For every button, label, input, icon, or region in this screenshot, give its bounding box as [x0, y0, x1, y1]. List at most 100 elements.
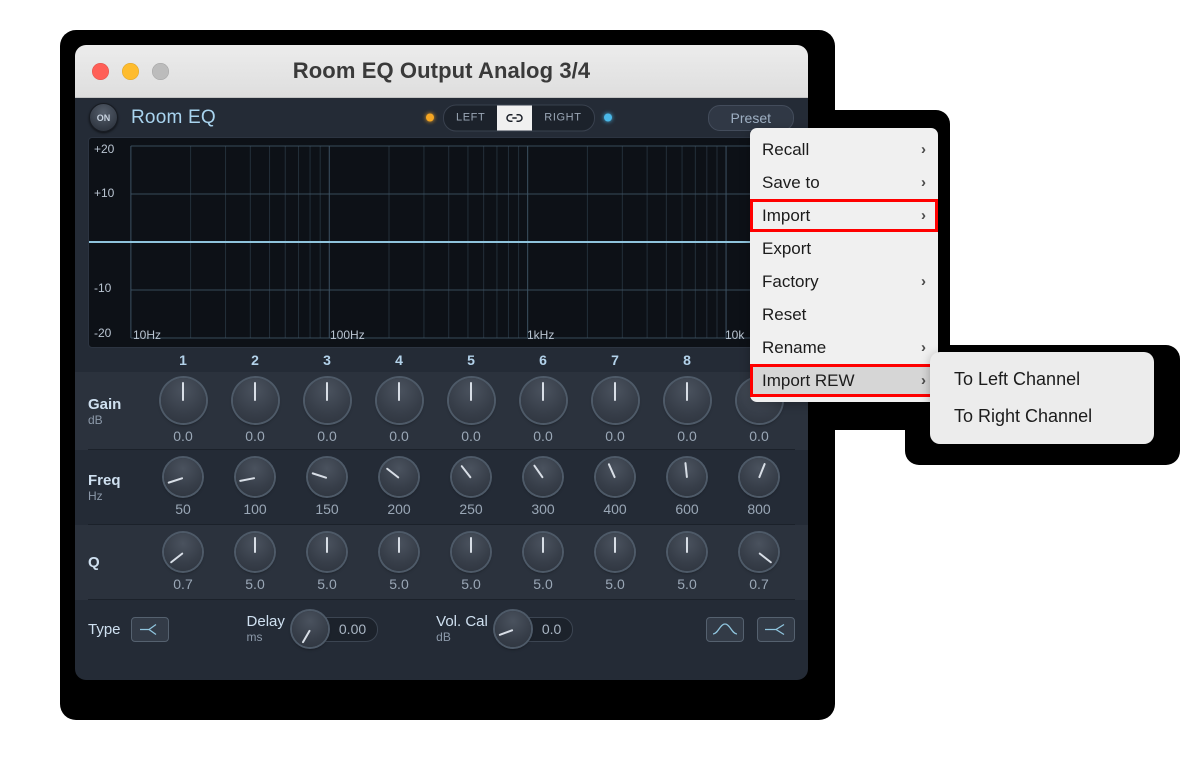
y-tick-plus10: +10 [94, 186, 114, 200]
delay-unit: ms [247, 631, 285, 645]
close-button[interactable] [92, 63, 109, 80]
preset-context-menu[interactable]: Recall›Save to›Import›ExportFactory›Rese… [750, 128, 938, 402]
zoom-button[interactable] [152, 63, 169, 80]
band-number-4: 4 [363, 352, 435, 368]
band-number-1: 1 [147, 352, 219, 368]
menu-item-rename[interactable]: Rename› [750, 331, 938, 364]
freq-knob-5[interactable] [452, 458, 490, 496]
menu-item-factory[interactable]: Factory› [750, 265, 938, 298]
menu-item-label: Factory [762, 272, 819, 292]
q-knob-4[interactable] [380, 533, 418, 571]
submenu-item-to-right-channel[interactable]: To Right Channel [930, 398, 1154, 435]
gain-knob-8[interactable] [665, 378, 710, 423]
preset-button[interactable]: Preset [708, 105, 794, 131]
menu-item-import[interactable]: Import› [750, 199, 938, 232]
menu-item-label: Recall [762, 140, 809, 160]
freq-row-label: Freq Hz [88, 472, 147, 503]
menu-item-reset[interactable]: Reset [750, 298, 938, 331]
gain-cell-4: 0.0 [363, 378, 435, 444]
q-knob-6[interactable] [524, 533, 562, 571]
q-knob-8[interactable] [668, 533, 706, 571]
q-knob-1[interactable] [164, 533, 202, 571]
y-tick-minus10: -10 [94, 281, 111, 295]
freq-cell-8: 600 [651, 458, 723, 517]
gain-row-label: Gain dB [88, 396, 147, 427]
q-cell-1: 0.7 [147, 533, 219, 592]
gain-value-5: 0.0 [461, 428, 480, 444]
freq-knob-9[interactable] [740, 458, 778, 496]
channel-link-group: LEFT RIGHT [426, 104, 612, 131]
menu-item-export[interactable]: Export [750, 232, 938, 265]
eq-response-graph[interactable]: +20 +10 -10 -20 10Hz 100Hz 1kHz 10k [88, 137, 795, 348]
channel-selector[interactable]: LEFT RIGHT [443, 104, 595, 131]
volcal-knob[interactable] [495, 611, 531, 647]
q-cell-2: 5.0 [219, 533, 291, 592]
volume-calibration-control[interactable]: Vol. Cal dB 0.0 [436, 611, 573, 647]
band-number-header: 123456789 [75, 348, 808, 372]
title-bar[interactable]: Room EQ Output Analog 3/4 [75, 45, 808, 98]
freq-knob-1[interactable] [164, 458, 202, 496]
gain-value-8: 0.0 [677, 428, 696, 444]
plugin-body: ON Room EQ LEFT RIGHT [75, 98, 808, 680]
peak-filter-button[interactable] [706, 617, 744, 642]
q-cell-3: 5.0 [291, 533, 363, 592]
q-value-3: 5.0 [317, 576, 336, 592]
freq-knob-2[interactable] [236, 458, 274, 496]
q-knob-7[interactable] [596, 533, 634, 571]
gain-knob-1[interactable] [161, 378, 206, 423]
gain-value-6: 0.0 [533, 428, 552, 444]
left-channel-tab[interactable]: LEFT [444, 105, 497, 130]
gain-knob-6[interactable] [521, 378, 566, 423]
menu-item-save-to[interactable]: Save to› [750, 166, 938, 199]
gain-knob-group: 0.00.00.00.00.00.00.00.00.0 [147, 378, 795, 444]
traffic-light-group [92, 63, 169, 80]
gain-knob-pointer-8 [686, 382, 688, 401]
freq-cell-1: 50 [147, 458, 219, 517]
gain-knob-3[interactable] [305, 378, 350, 423]
freq-value-3: 150 [315, 501, 338, 517]
gain-knob-7[interactable] [593, 378, 638, 423]
q-knob-9[interactable] [740, 533, 778, 571]
freq-knob-8[interactable] [668, 458, 706, 496]
gain-value-4: 0.0 [389, 428, 408, 444]
gain-value-1: 0.0 [173, 428, 192, 444]
freq-cell-4: 200 [363, 458, 435, 517]
import-rew-submenu[interactable]: To Left Channel To Right Channel [930, 352, 1154, 444]
gain-knob-2[interactable] [233, 378, 278, 423]
freq-value-4: 200 [387, 501, 410, 517]
freq-unit: Hz [88, 489, 147, 503]
menu-item-label: Reset [762, 305, 806, 325]
gain-knob-5[interactable] [449, 378, 494, 423]
freq-value-9: 800 [747, 501, 770, 517]
menu-item-import-rew[interactable]: Import REW› [750, 364, 938, 397]
delay-control[interactable]: Delay ms 0.00 [247, 611, 379, 647]
crossover-split-button[interactable] [757, 617, 795, 642]
power-on-label: ON [97, 113, 111, 123]
band-number-8: 8 [651, 352, 723, 368]
q-knob-3[interactable] [308, 533, 346, 571]
chevron-right-icon: › [921, 372, 926, 389]
menu-item-label: Save to [762, 173, 820, 193]
submenu-item-label: To Left Channel [954, 369, 1080, 390]
gain-cell-6: 0.0 [507, 378, 579, 444]
q-knob-5[interactable] [452, 533, 490, 571]
delay-knob[interactable] [292, 611, 328, 647]
volcal-knob-pointer [498, 629, 513, 636]
freq-cell-5: 250 [435, 458, 507, 517]
freq-knob-4[interactable] [380, 458, 418, 496]
q-knob-2[interactable] [236, 533, 274, 571]
freq-knob-pointer-8 [684, 462, 688, 478]
freq-knob-3[interactable] [308, 458, 346, 496]
freq-knob-6[interactable] [524, 458, 562, 496]
type-crossover-button[interactable] [131, 617, 169, 642]
gain-knob-4[interactable] [377, 378, 422, 423]
submenu-item-to-left-channel[interactable]: To Left Channel [930, 361, 1154, 398]
minimize-button[interactable] [122, 63, 139, 80]
freq-knob-7[interactable] [596, 458, 634, 496]
chevron-right-icon: › [921, 339, 926, 356]
right-channel-tab[interactable]: RIGHT [532, 105, 593, 130]
menu-item-recall[interactable]: Recall› [750, 133, 938, 166]
link-channels-icon[interactable] [497, 105, 532, 130]
power-on-button[interactable]: ON [89, 103, 118, 132]
q-knob-pointer-1 [170, 552, 184, 563]
